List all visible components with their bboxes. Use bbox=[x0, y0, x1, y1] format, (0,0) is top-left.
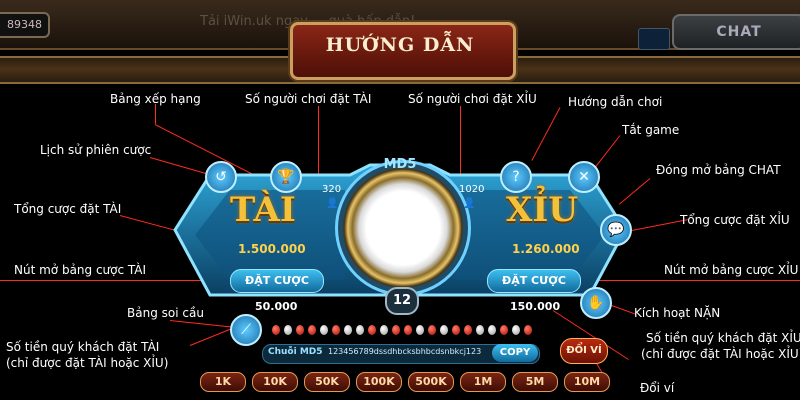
pointer-line bbox=[155, 104, 156, 124]
history-dot bbox=[284, 325, 292, 335]
history-dot bbox=[512, 325, 520, 335]
history-dot bbox=[416, 325, 424, 335]
md5-hash-value: 123456789dssdhbcksbhbcdsnbkcj123 bbox=[328, 347, 482, 356]
copy-button[interactable]: COPY bbox=[492, 344, 538, 362]
chip-5m[interactable]: 5M bbox=[512, 372, 558, 392]
history-dot bbox=[332, 325, 340, 335]
chip-10k[interactable]: 10K bbox=[252, 372, 298, 392]
history-dot bbox=[452, 325, 460, 335]
trend-chart-icon[interactable]: ⟋ bbox=[230, 314, 262, 346]
label-my-xiu-bet-note: (chỉ được đặt TÀI hoặc XỈU) bbox=[641, 347, 800, 361]
label-close-game: Tắt game bbox=[622, 123, 680, 137]
label-xiu-players: Số người chơi đặt XỈU bbox=[408, 92, 537, 106]
label-my-tai-bet: Số tiền quý khách đặt TÀI bbox=[6, 340, 160, 354]
label-tai-players: Số người chơi đặt TÀI bbox=[245, 92, 372, 106]
history-dot bbox=[344, 325, 352, 335]
xiu-bet-button[interactable]: ĐẶT CƯỢC bbox=[487, 269, 581, 293]
page-title: HƯỚNG DẪN bbox=[325, 34, 475, 56]
user-icon: 👤 bbox=[463, 198, 476, 209]
label-leaderboard: Bảng xếp hạng bbox=[110, 92, 201, 106]
history-dot bbox=[440, 325, 448, 335]
label-switch-wallet: Đổi ví bbox=[640, 381, 675, 395]
help-icon[interactable]: ? bbox=[500, 161, 532, 193]
balance-display: 89348 bbox=[0, 12, 50, 38]
countdown-timer: 12 bbox=[385, 287, 419, 315]
chip-500k[interactable]: 500K bbox=[408, 372, 454, 392]
xiu-total-amount: 1.260.000 bbox=[512, 242, 580, 256]
label-my-xiu-bet: Số tiền quý khách đặt XỈU bbox=[646, 331, 800, 345]
user-icon: 👤 bbox=[326, 198, 339, 209]
label-bet-history: Lịch sử phiên cược bbox=[40, 143, 152, 157]
chat-button[interactable]: CHAT bbox=[672, 14, 800, 50]
dice-bowl[interactable] bbox=[335, 160, 471, 296]
pointer-line bbox=[531, 107, 561, 161]
label-toggle-chat: Đóng mở bảng CHAT bbox=[656, 163, 781, 177]
chip-10m[interactable]: 10M bbox=[564, 372, 610, 392]
label-activate-nan: Kích hoạt NẶN bbox=[634, 306, 721, 320]
chip-1m[interactable]: 1M bbox=[460, 372, 506, 392]
history-dot bbox=[464, 325, 472, 335]
label-open-tai-bet: Nút mở bảng cược TÀI bbox=[14, 263, 147, 277]
history-dot bbox=[356, 325, 364, 335]
history-dot bbox=[500, 325, 508, 335]
tai-total-amount: 1.500.000 bbox=[238, 242, 306, 256]
history-dot bbox=[476, 325, 484, 335]
history-icon[interactable]: ↺ bbox=[205, 161, 237, 193]
xiu-player-count: 1020 bbox=[459, 184, 485, 195]
label-total-tai: Tổng cược đặt TÀI bbox=[14, 202, 122, 216]
history-dot bbox=[368, 325, 376, 335]
xiu-title: XỈU bbox=[506, 190, 578, 230]
history-dot bbox=[428, 325, 436, 335]
tai-my-bet: 50.000 bbox=[255, 300, 298, 313]
history-dot bbox=[320, 325, 328, 335]
tai-title: TÀI bbox=[230, 190, 296, 230]
tai-player-count: 320 bbox=[322, 184, 342, 195]
tai-bet-button[interactable]: ĐẶT CƯỢC bbox=[230, 269, 324, 293]
label-open-xiu-bet: Nút mở bảng cược XỈU bbox=[664, 263, 799, 277]
chip-50k[interactable]: 50K bbox=[304, 372, 350, 392]
switch-wallet-button[interactable]: ĐỔI VÍ bbox=[560, 338, 608, 364]
md5-hash-label: Chuỗi MD5 bbox=[268, 347, 323, 357]
history-dot bbox=[272, 325, 280, 335]
label-how-to-play: Hướng dẫn chơi bbox=[568, 95, 663, 109]
history-dot bbox=[488, 325, 496, 335]
chip-100k[interactable]: 100K bbox=[356, 372, 402, 392]
history-dot bbox=[308, 325, 316, 335]
history-dot bbox=[380, 325, 388, 335]
history-dot bbox=[404, 325, 412, 335]
result-history bbox=[272, 323, 532, 337]
hand-icon[interactable]: ✋ bbox=[580, 287, 612, 319]
xiu-my-bet: 150.000 bbox=[510, 300, 561, 313]
chat-preview bbox=[638, 28, 670, 50]
md5-label: MD5 bbox=[383, 157, 417, 172]
history-dot bbox=[392, 325, 400, 335]
label-total-xiu: Tổng cược đặt XỈU bbox=[680, 213, 790, 227]
label-my-tai-bet-note: (chỉ được đặt TÀI hoặc XỈU) bbox=[6, 356, 169, 370]
chat-bubble-icon[interactable]: 💬 bbox=[600, 214, 632, 246]
trophy-icon[interactable]: 🏆 bbox=[270, 161, 302, 193]
close-icon[interactable]: ✕ bbox=[568, 161, 600, 193]
history-dot bbox=[524, 325, 532, 335]
chip-1k[interactable]: 1K bbox=[200, 372, 246, 392]
history-dot bbox=[296, 325, 304, 335]
